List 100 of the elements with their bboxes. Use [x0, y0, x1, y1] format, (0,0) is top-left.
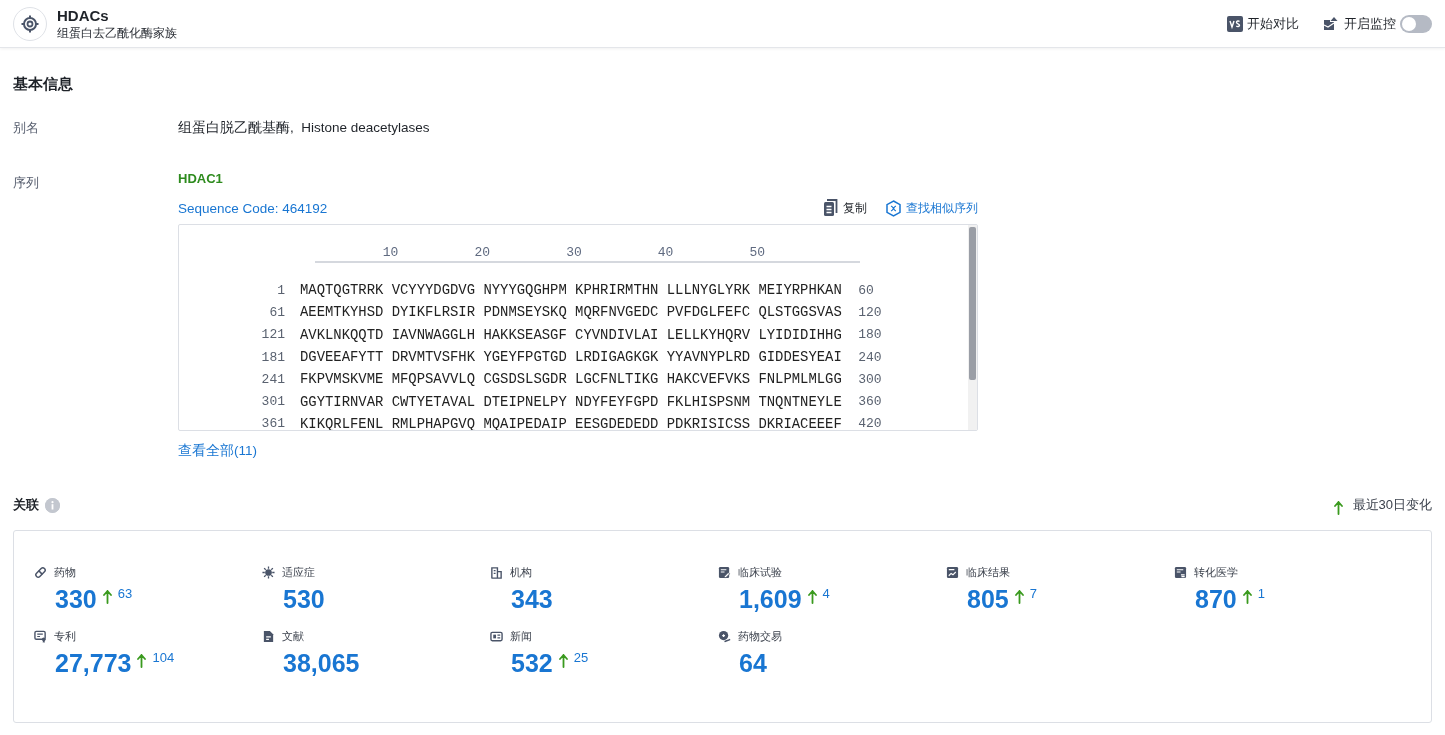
sequence-text: DKRIACEEEF: [758, 415, 842, 430]
up-arrow-icon: [137, 654, 147, 668]
sequence-text: TNQNTNEYLE: [758, 393, 842, 410]
sequence-text: YGEYFPGTGD: [483, 349, 567, 366]
stat-value[interactable]: 27,773: [55, 648, 132, 678]
sequence-text: DGVEEAFYTT: [300, 349, 384, 366]
sequence-text: KPHRIRMTHN: [575, 282, 659, 299]
legend-label: 最近30日变化: [1352, 496, 1432, 514]
sequence-text: MQAIPEDAIP: [483, 415, 567, 430]
sequence-position: 60: [858, 282, 874, 298]
stat-change: 104: [152, 650, 175, 665]
section-heading: 关联: [13, 496, 39, 514]
sequence-position: 1: [276, 282, 286, 298]
newspaper-icon: [490, 629, 503, 643]
sequence-position: 61: [268, 304, 286, 320]
stat-value[interactable]: 530: [283, 584, 325, 614]
compare-button[interactable]: 开始对比: [1227, 14, 1299, 33]
sequence-text: MEIYRPHKAN: [758, 282, 842, 299]
sequence-text: QLSTGGSVAS: [758, 304, 842, 321]
sequence-text: DYIKFLRSIR: [391, 304, 476, 321]
page-title: HDACs: [57, 6, 110, 25]
document-icon: [262, 629, 275, 643]
monitor-button[interactable]: 开启监控: [1323, 14, 1396, 33]
stat-value[interactable]: 532: [511, 648, 553, 678]
stat-label: 转化医学: [1194, 564, 1238, 580]
sequence-text: CGSDSLSGDR: [483, 371, 567, 388]
sequence-text: MQRFNVGEDC: [575, 304, 659, 321]
ruler-label: 50: [749, 245, 766, 260]
sequence-text: DRVMTVSFHK: [391, 349, 476, 366]
view-all-link[interactable]: 查看全部(11): [178, 442, 257, 460]
up-arrow-icon: [558, 654, 568, 668]
sequence-position: 121: [260, 327, 286, 343]
copy-button[interactable]: 复制: [823, 199, 867, 217]
stat-label: 机构: [510, 564, 532, 580]
sequence-text: KIKQRLFENL: [300, 415, 384, 430]
monitor-toggle[interactable]: [1400, 14, 1432, 33]
sequence-text: MAQTQGTRRK: [300, 282, 384, 299]
sequence-name: HDAC1: [178, 171, 224, 186]
section-heading: 基本信息: [13, 74, 74, 94]
sequence-label: 序列: [13, 175, 39, 190]
building-icon: [490, 565, 503, 579]
stat-label: 文献: [282, 628, 304, 644]
sequence-text: CYVNDIVLAI: [575, 326, 659, 343]
copy-icon: [823, 199, 839, 217]
sequence-text: PDNMSEYSKQ: [483, 304, 567, 321]
monitor-icon: [1323, 16, 1340, 31]
sequence-position: 241: [260, 371, 286, 387]
stat-value[interactable]: 38,065: [283, 648, 360, 678]
sequence-text: HAKCVEFVKS: [666, 371, 751, 388]
sequence-text: GGYTIRNVAR: [300, 393, 384, 410]
stat-value[interactable]: 1,609: [739, 584, 802, 614]
info-icon: [45, 497, 60, 513]
stat-change: 63: [117, 586, 133, 601]
sequence-text: LYIDIDIHHG: [758, 326, 842, 343]
ruler-label: 30: [566, 245, 582, 260]
sequence-position: 420: [858, 416, 882, 430]
alias-label: 别名: [13, 120, 39, 135]
stat-change: 7: [1029, 586, 1037, 601]
sequence-position: 360: [858, 394, 882, 410]
up-arrow-icon: [1333, 501, 1343, 515]
sequence-text: NDYFEYFGPD: [575, 393, 659, 410]
sequence-position: 300: [858, 371, 882, 387]
stat-label: 临床结果: [966, 564, 1010, 580]
sequence-code: Sequence Code: 464192: [178, 200, 328, 216]
sequence-text: LRDIGAGKGK: [575, 349, 659, 366]
sequence-text: YYAVNYPLRD: [666, 349, 751, 366]
stat-value[interactable]: 870: [1195, 584, 1237, 614]
scrollbar-thumb[interactable]: [969, 227, 976, 380]
sequence-position: 361: [260, 416, 286, 430]
sequence-position: 180: [858, 327, 882, 343]
up-arrow-icon: [1242, 590, 1252, 604]
sequence-position: 181: [260, 349, 286, 365]
up-arrow-icon: [1014, 590, 1024, 604]
sequence-text: FNLPMLMLGG: [758, 371, 842, 388]
sequence-text: IAVNWAGGLH: [391, 326, 476, 343]
pill-icon: [34, 565, 47, 579]
find-similar-sequence-link[interactable]: 查找相似序列: [885, 199, 978, 217]
sequence-text: PVFDGLFEFC: [666, 304, 751, 321]
stat-label: 适应症: [282, 564, 315, 580]
sequence-text: CWTYETAVAL: [391, 393, 476, 410]
stat-label: 新闻: [510, 628, 532, 644]
sequence-position: 301: [260, 394, 286, 410]
ruler-label: 10: [382, 245, 399, 260]
sequence-text: LELLKYHQRV: [666, 326, 751, 343]
sequence-text: VCYYYDGDVG: [391, 282, 476, 299]
stat-value[interactable]: 805: [967, 584, 1009, 614]
stat-value[interactable]: 64: [739, 648, 767, 678]
alias-value: 组蛋白脱乙酰基酶, Histone deacetylases: [178, 119, 430, 137]
sequence-text: AVKLNKQQTD: [300, 326, 384, 343]
document-exchange-icon: [1174, 565, 1187, 579]
sequence-text: LGCFNLTIKG: [575, 371, 659, 388]
sequence-text: MFQPSAVVLQ: [391, 371, 476, 388]
certificate-icon: [34, 629, 47, 643]
sequence-text: LLLNYGLYRK: [666, 282, 751, 299]
stat-value[interactable]: 343: [511, 584, 553, 614]
sequence-position: 240: [858, 349, 882, 365]
stat-label: 临床试验: [738, 564, 782, 580]
stat-value[interactable]: 330: [55, 584, 97, 614]
sequence-text: NYYYGQGHPM: [483, 282, 567, 299]
up-arrow-icon: [102, 590, 112, 604]
